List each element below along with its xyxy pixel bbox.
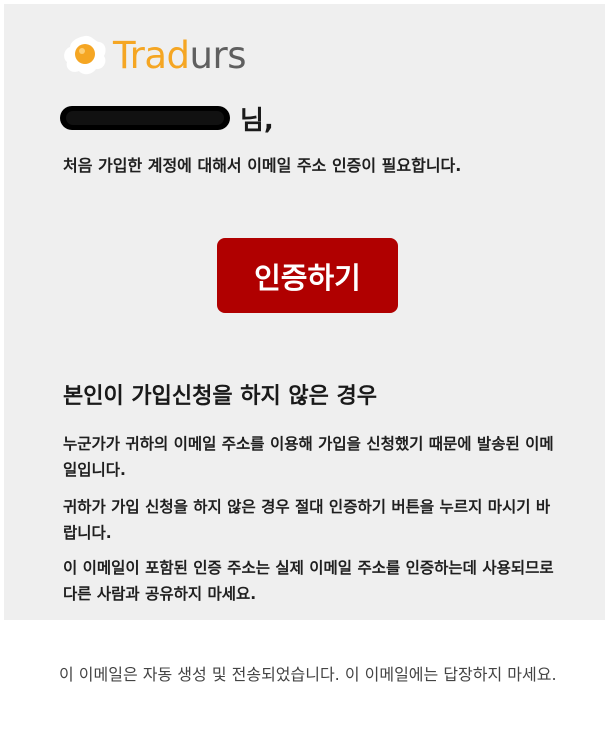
intro-text: 처음 가입한 계정에 대해서 이메일 주소 인증이 필요합니다. (63, 156, 462, 175)
fried-egg-icon (64, 35, 106, 75)
redacted-username (60, 106, 230, 130)
section-title: 본인이 가입신청을 하지 않은 경우 (63, 384, 377, 409)
greeting: 님, (60, 100, 274, 136)
verify-button[interactable]: 인증하기 (217, 238, 398, 313)
brand-wordmark: Tradurs (113, 33, 247, 77)
footer-note: 이 이메일은 자동 생성 및 전송되었습니다. 이 이메일에는 답장하지 마세요… (59, 665, 557, 684)
email-card: Tradurs 님, 처음 가입한 계정에 대해서 이메일 주소 인증이 필요합… (4, 4, 605, 620)
brand-wordmark-part2: urs (189, 33, 247, 77)
notice-paragraph-2: 귀하가 가입 신청을 하지 않은 경우 절대 인증하기 버튼을 누르지 마시기 … (63, 498, 551, 542)
greeting-suffix: 님, (240, 105, 274, 136)
brand-wordmark-part1: Trad (113, 33, 190, 77)
brand-logo: Tradurs (61, 32, 247, 78)
notice-paragraph-1: 누군가가 귀하의 이메일 주소를 이용해 가입을 신청했기 때문에 발송된 이메… (63, 435, 554, 479)
notice-paragraph-3: 이 이메일이 포함된 인증 주소는 실제 이메일 주소를 인증하는데 사용되므로… (63, 559, 554, 603)
email-view: Tradurs 님, 처음 가입한 계정에 대해서 이메일 주소 인증이 필요합… (0, 0, 611, 729)
